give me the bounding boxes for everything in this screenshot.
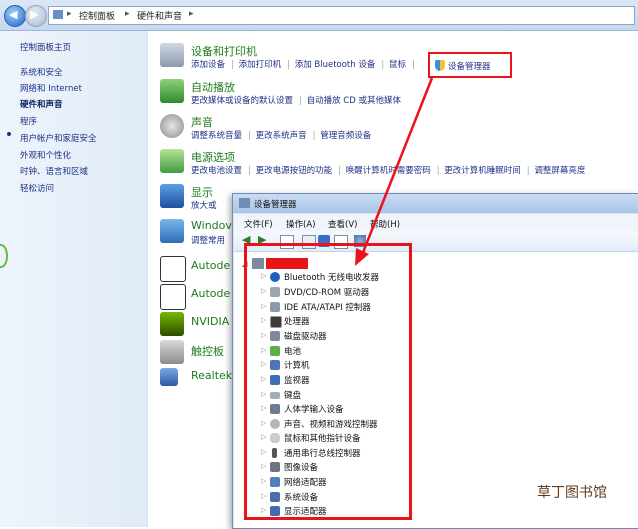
- watermark: 草丁图书馆: [537, 485, 607, 501]
- annotation-arrow: [355, 77, 434, 266]
